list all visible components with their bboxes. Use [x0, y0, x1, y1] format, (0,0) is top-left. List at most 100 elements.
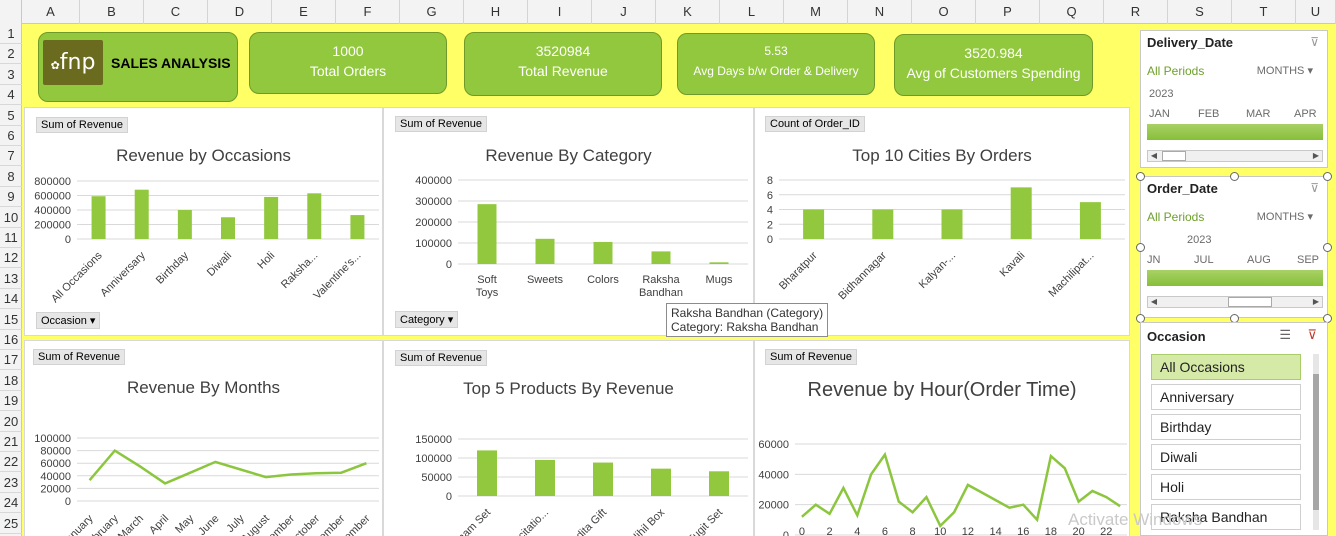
bar[interactable] — [535, 238, 555, 264]
row-header[interactable]: 12 — [0, 248, 22, 269]
multi-select-icon[interactable]: ☰ — [1279, 327, 1291, 343]
bar[interactable] — [535, 459, 555, 496]
bar[interactable] — [350, 215, 365, 239]
clear-filter-icon[interactable]: ⊽ — [1310, 181, 1319, 195]
column-header[interactable]: P — [976, 0, 1040, 24]
bar[interactable] — [177, 210, 192, 239]
timeline-level-dropdown[interactable]: MONTHS ▾ — [1257, 64, 1313, 77]
row-header[interactable]: 24 — [0, 493, 22, 514]
column-header[interactable]: U — [1296, 0, 1336, 24]
scroll-thumb[interactable] — [1228, 297, 1272, 307]
chart-revenue-by-category[interactable]: Sum of Revenue Revenue By Category 40000… — [383, 107, 754, 336]
bar[interactable] — [91, 196, 106, 239]
column-header[interactable]: M — [784, 0, 848, 24]
row-header[interactable]: 19 — [0, 391, 22, 412]
bar[interactable] — [1079, 202, 1101, 239]
delivery-date-slicer[interactable]: Delivery_Date ⊽ All Periods MONTHS ▾ 202… — [1140, 30, 1328, 168]
bar[interactable] — [709, 471, 729, 496]
scroll-left-icon[interactable]: ◀ — [1148, 297, 1160, 307]
worksheet[interactable]: ✿fnp SALES ANALYSIS 1000 Total Orders 35… — [22, 24, 1336, 536]
series-line[interactable] — [88, 448, 367, 485]
slicer-item[interactable]: Diwali — [1151, 444, 1301, 470]
row-header[interactable]: 10 — [0, 208, 22, 228]
bar[interactable] — [477, 204, 497, 264]
column-header[interactable]: K — [656, 0, 720, 24]
row-header[interactable]: 9 — [0, 187, 22, 208]
bar[interactable] — [803, 209, 825, 240]
column-header[interactable]: L — [720, 0, 784, 24]
scroll-right-icon[interactable]: ▶ — [1310, 297, 1322, 307]
timeline-scrollbar[interactable]: ◀ ▶ — [1147, 296, 1323, 308]
row-header[interactable]: 25 — [0, 514, 22, 534]
bar[interactable] — [593, 462, 613, 496]
slicer-item[interactable]: All Occasions — [1151, 354, 1301, 380]
resize-handle[interactable] — [1323, 172, 1332, 181]
row-header[interactable]: 2 — [0, 44, 22, 65]
column-header[interactable]: A — [22, 0, 80, 24]
bar[interactable] — [593, 241, 613, 264]
column-header[interactable]: R — [1104, 0, 1168, 24]
chart-top-products[interactable]: Sum of Revenue Top 5 Products By Revenue… — [383, 340, 754, 536]
scroll-thumb[interactable] — [1313, 374, 1319, 510]
row-header[interactable]: 14 — [0, 289, 22, 310]
bar[interactable] — [264, 196, 279, 239]
column-header[interactable]: H — [464, 0, 528, 24]
row-header[interactable]: 8 — [0, 167, 22, 187]
slicer-item[interactable]: Holi — [1151, 474, 1301, 500]
column-header[interactable]: N — [848, 0, 912, 24]
resize-handle[interactable] — [1136, 172, 1145, 181]
occasion-slicer[interactable]: Occasion ☰ ⊽ All Occasions Anniversary B… — [1140, 322, 1328, 536]
column-header[interactable]: I — [528, 0, 592, 24]
scroll-left-icon[interactable]: ◀ — [1148, 151, 1160, 161]
category-filter-button[interactable]: Category ▾ — [395, 311, 459, 328]
resize-handle[interactable] — [1230, 172, 1239, 181]
bar[interactable] — [709, 262, 729, 264]
column-header[interactable]: T — [1232, 0, 1296, 24]
timeline-scrollbar[interactable]: ◀ ▶ — [1147, 150, 1323, 162]
chart-revenue-by-occasions[interactable]: Sum of Revenue Revenue by Occasions 8000… — [24, 107, 383, 336]
order-date-slicer[interactable]: Order_Date ⊽ All Periods MONTHS ▾ 2023 J… — [1136, 172, 1332, 323]
slicer-item[interactable]: Birthday — [1151, 414, 1301, 440]
bar[interactable] — [651, 251, 671, 264]
column-header[interactable]: G — [400, 0, 464, 24]
row-header[interactable]: 15 — [0, 310, 22, 330]
row-header[interactable]: 23 — [0, 473, 22, 493]
bar[interactable] — [651, 468, 671, 496]
row-header[interactable]: 1 — [0, 24, 22, 44]
scroll-right-icon[interactable]: ▶ — [1310, 151, 1322, 161]
column-header[interactable]: C — [144, 0, 208, 24]
row-header[interactable]: 7 — [0, 146, 22, 167]
bar[interactable] — [941, 209, 963, 240]
clear-filter-icon[interactable]: ⊽ — [1310, 35, 1319, 49]
row-header[interactable]: 22 — [0, 452, 22, 473]
column-header[interactable]: E — [272, 0, 336, 24]
row-header[interactable]: 5 — [0, 106, 22, 126]
row-header[interactable]: 17 — [0, 350, 22, 371]
row-header[interactable]: 13 — [0, 269, 22, 289]
chart-top-cities[interactable]: Count of Order_ID Top 10 Cities By Order… — [754, 107, 1130, 336]
bar[interactable] — [221, 217, 235, 239]
resize-handle[interactable] — [1323, 243, 1332, 252]
row-header[interactable]: 16 — [0, 330, 22, 350]
occasion-filter-button[interactable]: Occasion ▾ — [36, 312, 101, 329]
row-header[interactable]: 6 — [0, 126, 22, 146]
slicer-scrollbar[interactable] — [1313, 354, 1319, 530]
row-header[interactable]: 20 — [0, 412, 22, 432]
column-header[interactable]: S — [1168, 0, 1232, 24]
timeline-range-bar[interactable] — [1147, 270, 1323, 286]
bar[interactable] — [872, 209, 894, 240]
scroll-thumb[interactable] — [1162, 151, 1186, 161]
chart-revenue-by-hour[interactable]: Sum of Revenue Revenue by Hour(Order Tim… — [754, 340, 1130, 536]
bar[interactable] — [477, 450, 497, 496]
column-header[interactable]: F — [336, 0, 400, 24]
column-header[interactable]: Q — [1040, 0, 1104, 24]
timeline-level-dropdown[interactable]: MONTHS ▾ — [1257, 210, 1313, 223]
timeline-range-bar[interactable] — [1147, 124, 1323, 140]
column-header[interactable]: B — [80, 0, 144, 24]
resize-handle[interactable] — [1136, 243, 1145, 252]
row-header[interactable]: 18 — [0, 371, 22, 391]
row-header[interactable]: 11 — [0, 228, 22, 248]
select-all-corner[interactable] — [0, 0, 22, 24]
chart-revenue-by-months[interactable]: Sum of Revenue Revenue By Months 100000 8… — [24, 340, 383, 536]
bar[interactable] — [134, 189, 149, 239]
